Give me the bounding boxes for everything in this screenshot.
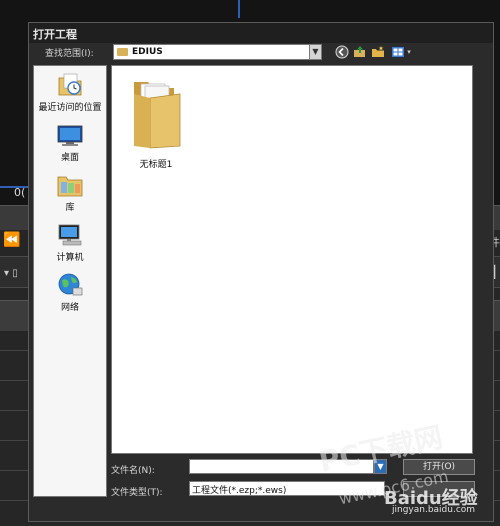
place-desktop[interactable]: 桌面 [34, 122, 106, 163]
look-in-value: EDIUS [132, 47, 163, 57]
views-dropdown-icon[interactable]: ▾ [405, 45, 413, 59]
libraries-icon [56, 172, 84, 198]
new-folder-icon[interactable] [371, 45, 385, 59]
place-label: 计算机 [56, 253, 84, 263]
file-item-folder[interactable]: 无标题1 [118, 74, 194, 170]
file-type-value: 工程文件(*.ezp;*.ews) [192, 486, 287, 496]
dialog-titlebar[interactable]: 打开工程 [29, 23, 493, 43]
computer-icon [56, 222, 84, 248]
place-label: 网络 [60, 303, 79, 313]
place-label: 库 [65, 203, 75, 213]
look-in-dropdown-button[interactable]: ▼ [309, 44, 322, 60]
folder-icon [117, 48, 128, 56]
file-list-pane[interactable]: 无标题1 [111, 65, 473, 454]
desktop-icon [56, 122, 84, 148]
file-name-label: 文件名(N): [111, 466, 155, 476]
places-bar: 最近访问的位置 桌面 库 计算机 网络 [33, 65, 107, 497]
look-in-label: 查找范围(I): [45, 49, 94, 59]
network-icon [56, 272, 84, 298]
dialog-title: 打开工程 [33, 28, 77, 41]
editor-marker [238, 0, 240, 18]
place-network[interactable]: 网络 [34, 272, 106, 313]
file-name-label: 无标题1 [139, 160, 173, 170]
place-label: 最近访问的位置 [38, 103, 102, 113]
place-libraries[interactable]: 库 [34, 172, 106, 213]
editor-timecode: 0( [14, 186, 26, 199]
recent-places-icon [56, 72, 84, 98]
folder-icon [134, 82, 181, 149]
views-menu-icon[interactable] [391, 45, 405, 59]
place-recent[interactable]: 最近访问的位置 [34, 72, 106, 113]
editor-tool-dropdown-icon[interactable]: ▾ ▯ [4, 268, 18, 279]
rewind-icon[interactable]: ⏪ [3, 232, 20, 248]
place-computer[interactable]: 计算机 [34, 222, 106, 263]
file-type-label: 文件类型(T): [111, 488, 163, 498]
up-folder-icon[interactable] [353, 45, 367, 59]
back-icon[interactable] [335, 45, 349, 59]
watermark-baidu-url: jingyan.baidu.com [392, 505, 476, 515]
look-in-combo[interactable]: EDIUS [113, 44, 311, 60]
place-label: 桌面 [60, 153, 79, 163]
